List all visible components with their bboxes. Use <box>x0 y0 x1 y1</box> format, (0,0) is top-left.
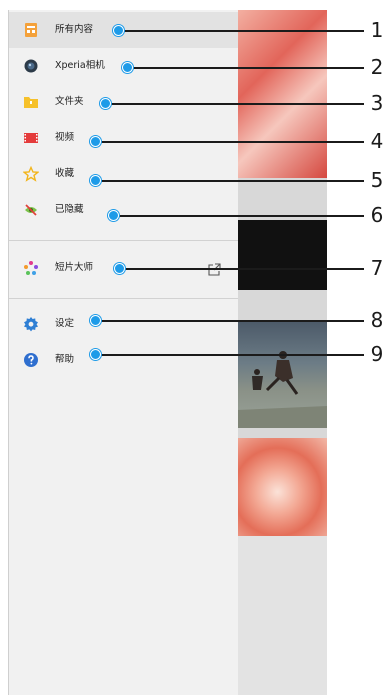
callout-line <box>114 215 364 217</box>
photo-thumbnail[interactable] <box>237 438 327 536</box>
drawer-item-settings[interactable]: 设定 <box>9 306 238 342</box>
film-icon <box>23 130 39 146</box>
callout-line <box>96 320 364 322</box>
callout-dot <box>90 315 101 326</box>
callout-number: 2 <box>370 55 384 79</box>
callout-number: 9 <box>370 342 384 366</box>
hidden-icon <box>23 202 39 218</box>
callout-line <box>96 354 364 356</box>
drawer-divider <box>9 240 238 241</box>
photo-gap <box>237 290 327 320</box>
drawer-item-help[interactable]: 帮助 <box>9 342 238 378</box>
empty-area <box>237 536 327 695</box>
callout-number: 1 <box>370 18 384 42</box>
callout-dot <box>108 210 119 221</box>
callout-line <box>120 268 364 270</box>
help-icon <box>23 352 39 368</box>
drawer-item-hidden[interactable]: 已隐藏 <box>9 192 238 228</box>
photo-gap <box>237 178 327 220</box>
callout-dot <box>100 98 111 109</box>
gallery-photo-strip <box>237 10 327 695</box>
gear-icon <box>23 316 39 332</box>
drawer-item-label: 已隐藏 <box>55 204 84 215</box>
callout-line <box>96 141 364 143</box>
callout-number: 4 <box>370 129 384 153</box>
callout-number: 5 <box>370 168 384 192</box>
star-icon <box>22 165 40 182</box>
callout-number: 8 <box>370 308 384 332</box>
callout-line <box>129 67 364 69</box>
callout-dot <box>113 25 124 36</box>
callout-dot <box>90 175 101 186</box>
callout-number: 3 <box>370 91 384 115</box>
drawer-item-folders[interactable]: 文件夹 <box>9 84 238 120</box>
drawer-item-videos[interactable]: 视频 <box>9 120 238 156</box>
photo-thumbnail[interactable] <box>237 320 327 428</box>
photo-thumbnail[interactable] <box>237 10 327 178</box>
drawer-item-label: 收藏 <box>55 168 75 179</box>
callout-dot <box>114 263 125 274</box>
callout-line <box>120 30 364 32</box>
camera-lens-icon <box>23 58 39 74</box>
movie-creator-icon <box>23 260 39 276</box>
photo-thumbnail[interactable] <box>237 220 327 290</box>
drawer-item-favorites[interactable]: 收藏 <box>9 156 238 192</box>
drawer-item-label: Xperia相机 <box>55 60 105 71</box>
callout-number: 7 <box>370 256 384 280</box>
drawer-item-label: 视频 <box>55 132 75 143</box>
drawer-item-label: 文件夹 <box>55 96 84 107</box>
drawer-item-label: 设定 <box>55 318 75 329</box>
photo-gap <box>237 428 327 438</box>
callout-dot <box>122 62 133 73</box>
all-content-icon <box>23 22 39 38</box>
drawer-item-label: 短片大师 <box>55 262 94 273</box>
callout-dot <box>90 349 101 360</box>
drawer-item-label: 帮助 <box>55 354 75 365</box>
callout-number: 6 <box>370 203 384 227</box>
drawer-item-label: 所有内容 <box>55 24 94 35</box>
callout-line <box>106 103 364 105</box>
callout-dot <box>90 136 101 147</box>
navigation-drawer: 所有内容 Xperia相机 文件夹 视频 收藏 已隐藏 短片大师 设定 帮助 <box>8 10 238 695</box>
callout-line <box>96 180 364 182</box>
folder-icon <box>23 94 39 110</box>
drawer-divider <box>9 298 238 299</box>
jumping-people-image <box>237 351 327 428</box>
